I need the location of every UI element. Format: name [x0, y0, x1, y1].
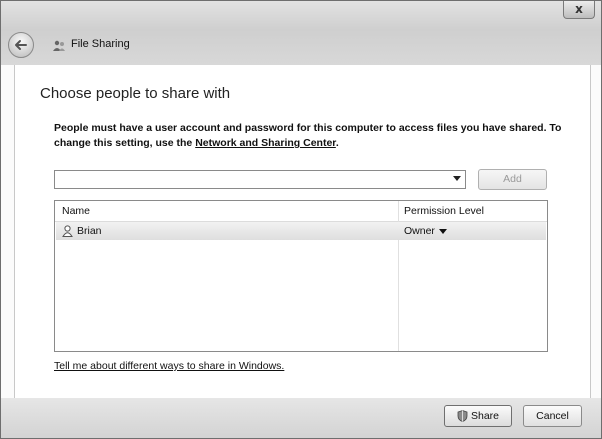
network-sharing-center-link[interactable]: Network and Sharing Center [195, 137, 336, 149]
file-sharing-icon [53, 40, 65, 51]
share-button[interactable]: Share [444, 405, 512, 427]
description-text: People must have a user account and pass… [54, 121, 574, 151]
user-select-combo[interactable] [54, 170, 466, 189]
page-heading: Choose people to share with [40, 85, 231, 102]
permission-dropdown-icon[interactable] [438, 228, 447, 234]
title-bar: x File Sharing [1, 1, 601, 65]
file-sharing-window: x File Sharing Choose people to share wi… [0, 0, 602, 439]
column-header-name[interactable]: Name [62, 205, 90, 217]
user-icon [62, 225, 73, 237]
column-header-permission[interactable]: Permission Level [404, 205, 484, 217]
help-link[interactable]: Tell me about different ways to share in… [54, 360, 284, 372]
shield-icon [457, 410, 468, 423]
sharing-table: Name Permission Level Brian Owner [54, 200, 548, 352]
back-button[interactable] [8, 32, 34, 58]
permission-value: Owner [404, 225, 435, 237]
cancel-button[interactable]: Cancel [523, 405, 582, 427]
window-title: File Sharing [71, 38, 130, 50]
user-name-cell: Brian [77, 225, 102, 237]
description-suffix: . [335, 137, 339, 149]
permission-cell[interactable]: Owner [404, 225, 447, 237]
chevron-down-icon[interactable] [453, 176, 461, 181]
table-header: Name Permission Level [55, 201, 547, 222]
back-arrow-icon [15, 40, 27, 50]
share-button-label: Share [470, 410, 500, 422]
close-button[interactable]: x [563, 1, 595, 19]
table-row[interactable]: Brian Owner [56, 222, 546, 240]
add-button[interactable]: Add [478, 169, 547, 190]
